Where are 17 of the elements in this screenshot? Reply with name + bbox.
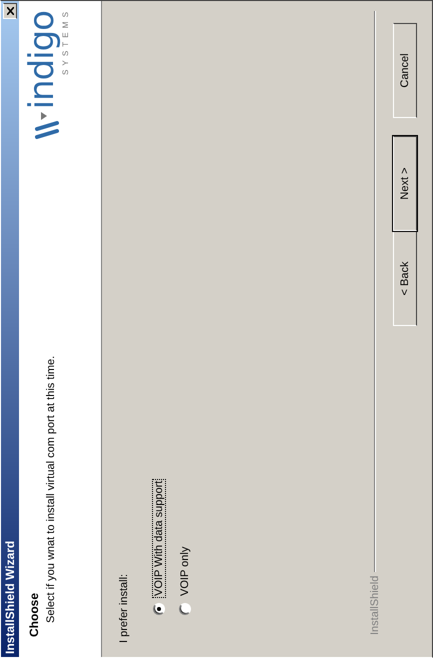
- wizard-button[interactable]: Cancel: [393, 23, 417, 118]
- page-subtitle: Select if you wnat to install virtual com port at this time.: [45, 356, 57, 625]
- logo-tagline: S Y S T E M S: [61, 11, 70, 75]
- window-title: InstallShield Wizard: [3, 540, 17, 654]
- close-icon: [6, 7, 14, 15]
- logo-text: indigo: [25, 11, 59, 110]
- radio-button[interactable]: [179, 603, 191, 615]
- logo-mark-icon: [33, 109, 59, 140]
- page-title: Choose: [27, 592, 41, 637]
- radio-button[interactable]: [153, 603, 165, 615]
- wizard-button[interactable]: < Back: [393, 231, 417, 326]
- option-label[interactable]: VOIP With data support: [152, 478, 166, 598]
- prompt-label: I prefer install:: [118, 572, 130, 643]
- wizard-button[interactable]: Next >: [393, 136, 417, 231]
- footer-label: InstallShield: [369, 576, 381, 635]
- close-button[interactable]: [3, 3, 17, 19]
- option-label[interactable]: VOIP only: [178, 544, 192, 598]
